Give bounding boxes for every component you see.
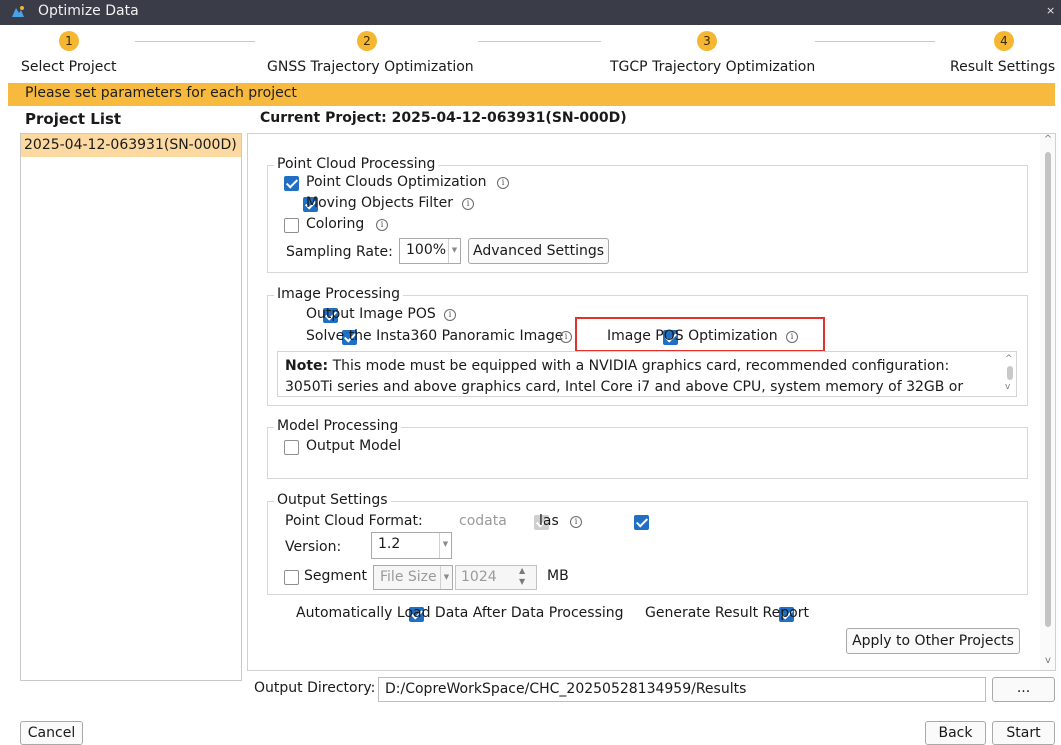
step-4-indicator: 4 xyxy=(994,31,1014,51)
generate-report-label[interactable]: Generate Result Report xyxy=(645,605,809,621)
las-label[interactable]: las xyxy=(539,513,559,529)
point-clouds-optimization-checkbox[interactable] xyxy=(284,176,299,191)
version-value: 1.2 xyxy=(378,536,401,552)
segment-unit-label: MB xyxy=(547,568,569,584)
output-settings-group-title: Output Settings xyxy=(274,492,391,508)
window-title: Optimize Data xyxy=(38,3,139,19)
coloring-checkbox[interactable] xyxy=(284,218,299,233)
segment-size-value: 1024 xyxy=(461,569,497,585)
note-label: Note: xyxy=(285,358,329,374)
stepper-down-icon[interactable]: ▼ xyxy=(519,577,525,586)
version-select[interactable]: 1.2 ▼ xyxy=(371,532,452,559)
note-text: Note: This mode must be equipped with a … xyxy=(285,356,1000,396)
browse-button[interactable]: ... xyxy=(992,677,1055,702)
step-connector xyxy=(135,41,255,42)
notice-bar: Please set parameters for each project xyxy=(8,83,1055,106)
segment-label[interactable]: Segment xyxy=(304,568,367,584)
sampling-rate-label: Sampling Rate: xyxy=(286,244,393,260)
chevron-down-icon: ▼ xyxy=(448,239,460,263)
info-icon[interactable]: i xyxy=(444,309,456,321)
step-2-label: GNSS Trajectory Optimization xyxy=(267,59,474,75)
info-icon[interactable]: i xyxy=(462,198,474,210)
chevron-down-icon: ▼ xyxy=(439,533,451,558)
step-4-label: Result Settings xyxy=(950,59,1056,75)
segment-checkbox[interactable] xyxy=(284,570,299,585)
step-3-indicator: 3 xyxy=(697,31,717,51)
back-button[interactable]: Back xyxy=(925,721,986,745)
chevron-down-icon: ▼ xyxy=(440,566,452,589)
segment-mode-select[interactable]: File Size ▼ xyxy=(373,565,453,590)
step-1-indicator: 1 xyxy=(59,31,79,51)
note-body: This mode must be equipped with a NVIDIA… xyxy=(285,358,964,395)
coloring-label[interactable]: Coloring xyxy=(306,216,364,232)
auto-load-label[interactable]: Automatically Load Data After Data Proce… xyxy=(296,605,624,621)
project-list: 2025-04-12-063931(SN-000D) xyxy=(20,133,242,681)
cancel-button[interactable]: Cancel xyxy=(20,721,83,745)
current-project-title: Current Project: 2025-04-12-063931(SN-00… xyxy=(260,110,627,126)
solve-insta360-label[interactable]: Solve the Insta360 Panoramic Image xyxy=(306,328,563,344)
output-directory-label: Output Directory: xyxy=(254,680,376,696)
close-icon[interactable]: × xyxy=(1046,4,1055,17)
note-textbox[interactable]: Note: This mode must be equipped with a … xyxy=(277,351,1017,397)
scroll-down-icon[interactable]: v xyxy=(1042,655,1054,666)
output-model-label[interactable]: Output Model xyxy=(306,438,401,454)
codata-label: codata xyxy=(459,513,507,529)
segment-mode-value: File Size xyxy=(380,569,437,585)
segment-size-stepper[interactable]: 1024 ▲ ▼ xyxy=(455,565,537,590)
moving-objects-filter-label[interactable]: Moving Objects Filter xyxy=(306,195,453,211)
info-icon[interactable]: i xyxy=(786,331,798,343)
point-clouds-optimization-label[interactable]: Point Clouds Optimization xyxy=(306,174,487,190)
step-connector xyxy=(478,41,601,42)
model-processing-group-title: Model Processing xyxy=(274,418,402,434)
output-model-checkbox[interactable] xyxy=(284,440,299,455)
advanced-settings-button[interactable]: Advanced Settings xyxy=(468,238,609,264)
apply-to-other-projects-button[interactable]: Apply to Other Projects xyxy=(846,628,1020,654)
info-icon[interactable]: i xyxy=(376,219,388,231)
info-icon[interactable]: i xyxy=(570,516,582,528)
step-2-indicator: 2 xyxy=(357,31,377,51)
step-3-label: TGCP Trajectory Optimization xyxy=(610,59,816,75)
project-list-title: Project List xyxy=(25,110,122,128)
app-logo-icon xyxy=(12,6,24,17)
image-pos-optimization-label[interactable]: Image POS Optimization xyxy=(607,328,778,344)
output-image-pos-label[interactable]: Output Image POS xyxy=(306,306,436,322)
sampling-rate-value: 100% xyxy=(406,242,447,258)
info-icon[interactable]: i xyxy=(497,177,509,189)
list-item[interactable]: 2025-04-12-063931(SN-000D) xyxy=(21,134,241,157)
output-directory-input[interactable]: D:/CopreWorkSpace/CHC_20250528134959/Res… xyxy=(378,677,986,702)
title-bar: Optimize Data × xyxy=(0,0,1061,25)
scroll-up-icon[interactable]: ^ xyxy=(1042,134,1054,145)
note-scrollbar-thumb[interactable] xyxy=(1007,366,1013,380)
point-cloud-group-title: Point Cloud Processing xyxy=(274,156,439,172)
sampling-rate-select[interactable]: 100% ▼ xyxy=(399,238,461,264)
note-scroll-up-icon[interactable]: ^ xyxy=(1005,354,1013,364)
las-checkbox[interactable] xyxy=(633,515,649,530)
version-label: Version: xyxy=(285,539,342,555)
step-connector xyxy=(815,41,935,42)
start-button[interactable]: Start xyxy=(992,721,1055,745)
info-icon[interactable]: i xyxy=(560,331,572,343)
scrollbar-thumb[interactable] xyxy=(1045,152,1051,627)
point-cloud-format-label: Point Cloud Format: xyxy=(285,513,423,529)
stepper-up-icon[interactable]: ▲ xyxy=(519,566,525,575)
step-1-label: Select Project xyxy=(21,59,117,75)
note-scroll-down-icon[interactable]: v xyxy=(1005,382,1010,392)
image-processing-group-title: Image Processing xyxy=(274,286,404,302)
